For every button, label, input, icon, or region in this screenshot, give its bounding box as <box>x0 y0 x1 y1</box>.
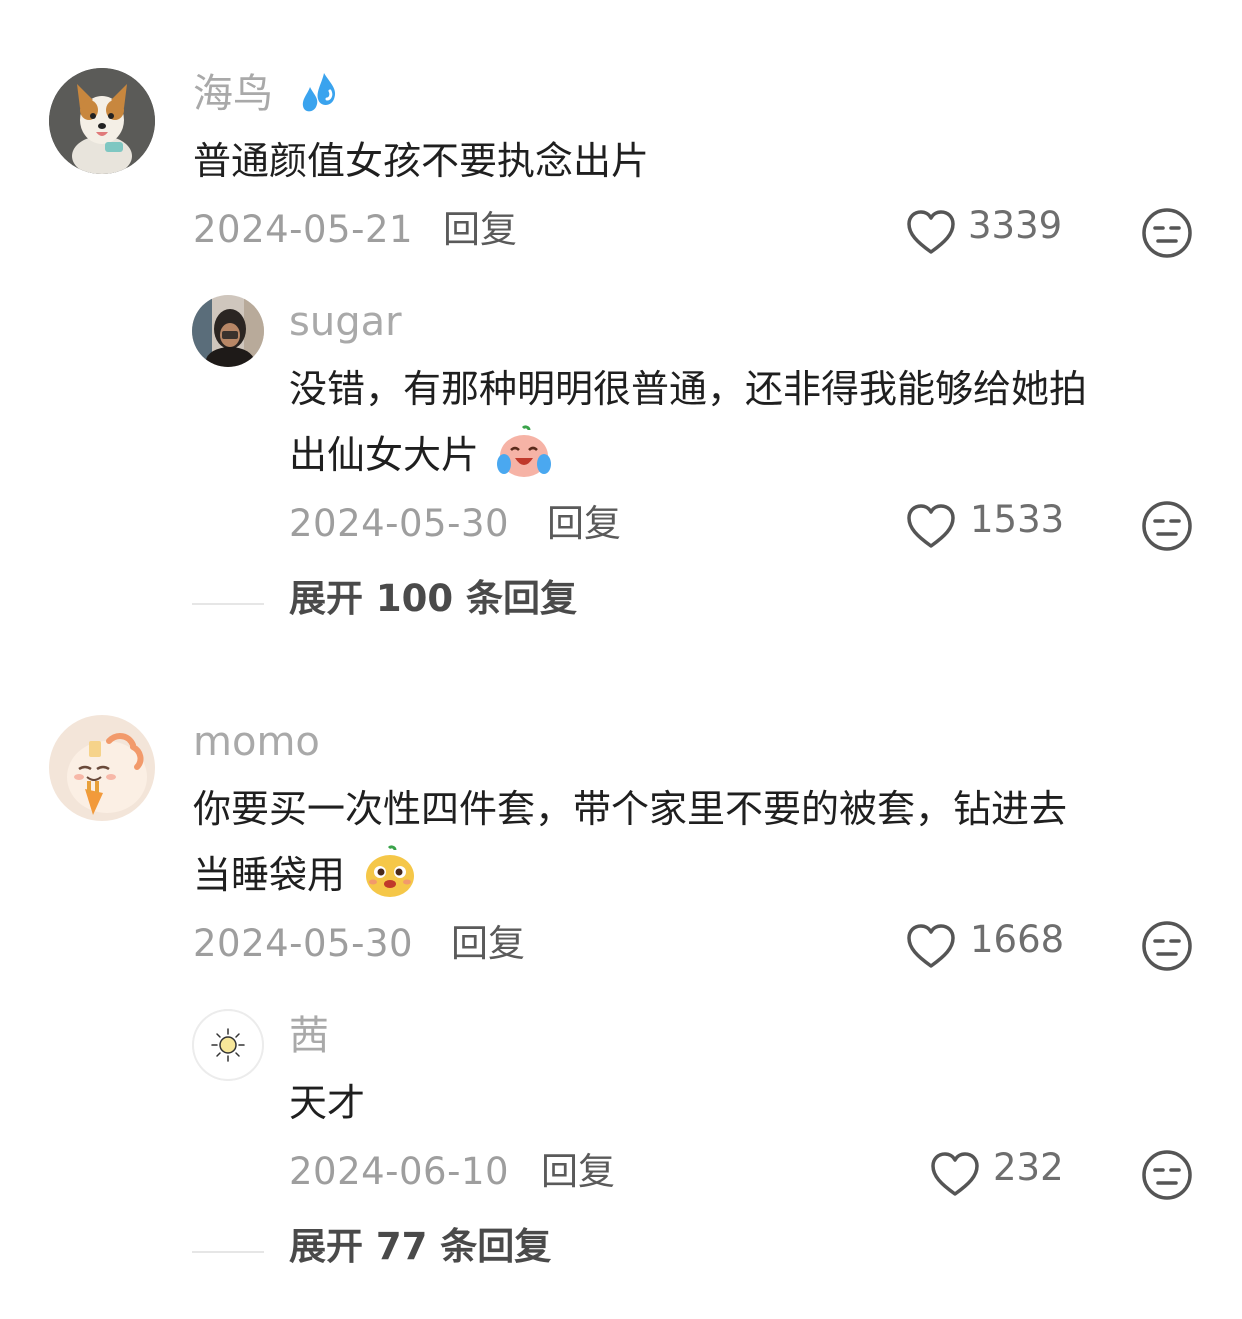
comment-username-text: 海鸟 <box>193 71 273 117</box>
comment-date: 2024-05-30 <box>193 922 414 965</box>
avatar-sugar[interactable] <box>192 295 264 367</box>
sweat-droplets-icon <box>302 73 335 112</box>
unamused-face-icon[interactable] <box>1141 500 1193 552</box>
comment-date: 2024-05-21 <box>193 208 414 251</box>
reply-button[interactable]: 回复 <box>547 502 621 546</box>
heart-icon[interactable] <box>905 208 957 256</box>
unamused-face-icon[interactable] <box>1141 920 1193 972</box>
reply-content-line-2: 出仙女大片 <box>289 422 553 488</box>
reply-date: 2024-05-30 <box>289 502 510 545</box>
heart-icon[interactable] <box>905 922 957 970</box>
reply-username[interactable]: 茜 <box>289 1012 329 1060</box>
avatar-dog[interactable] <box>49 68 155 174</box>
dog-avatar-image <box>49 68 155 174</box>
laughing-crying-face-icon <box>497 424 552 477</box>
like-count: 3339 <box>968 204 1063 247</box>
like-count: 232 <box>993 1146 1064 1189</box>
reply-button[interactable]: 回复 <box>451 922 525 966</box>
heart-icon[interactable] <box>905 502 957 550</box>
like-count: 1533 <box>970 498 1065 541</box>
expand-divider <box>192 1251 264 1253</box>
avatar-sun[interactable] <box>192 1009 264 1081</box>
expand-replies-button[interactable]: 展开 77 条回复 <box>289 1225 551 1269</box>
reply-button[interactable]: 回复 <box>541 1150 615 1194</box>
reply-content-text: 出仙女大片 <box>289 433 480 477</box>
comment-content: 普通颜值女孩不要执念出片 <box>193 139 650 183</box>
comment-content-text: 当睡袋用 <box>193 853 346 897</box>
reply-username[interactable]: sugar <box>289 298 402 346</box>
comment-content-line-1: 你要买一次性四件套，带个家里不要的被套，钻进去 <box>193 787 1068 831</box>
heart-icon[interactable] <box>929 1150 981 1198</box>
sun-avatar-image <box>192 1009 264 1081</box>
comment-content-line-2: 当睡袋用 <box>193 842 419 908</box>
momo-avatar-image <box>49 715 155 821</box>
avatar-momo[interactable] <box>49 715 155 821</box>
unamused-face-icon[interactable] <box>1141 207 1193 259</box>
smirking-face-icon <box>366 844 415 897</box>
sugar-avatar-image <box>192 295 264 367</box>
comment-username[interactable]: 海鸟 <box>193 70 342 118</box>
reply-button[interactable]: 回复 <box>443 208 517 252</box>
comment-username[interactable]: momo <box>193 718 320 766</box>
reply-content: 天才 <box>289 1081 366 1125</box>
reply-content-line-1: 没错，有那种明明很普通，还非得我能够给她拍 <box>289 367 1088 411</box>
expand-replies-button[interactable]: 展开 100 条回复 <box>289 577 577 621</box>
unamused-face-icon[interactable] <box>1141 1149 1193 1201</box>
reply-date: 2024-06-10 <box>289 1150 510 1193</box>
like-count: 1668 <box>970 918 1065 961</box>
expand-divider <box>192 603 264 605</box>
